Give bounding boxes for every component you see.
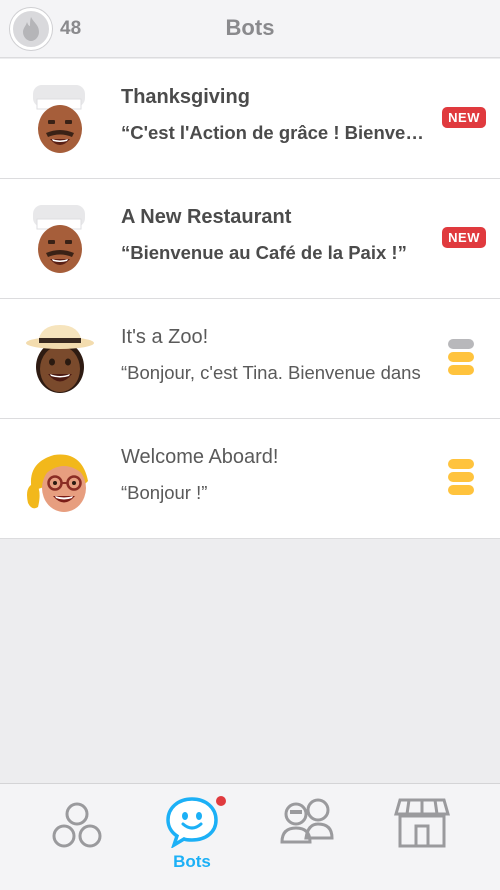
- bot-row-welcome-aboard[interactable]: Welcome Aboard! “Bonjour !”: [0, 419, 500, 539]
- circles-icon: [52, 802, 102, 848]
- store-icon: [394, 798, 450, 848]
- notification-dot: [216, 796, 226, 806]
- bot-subtitle: “Bienvenue au Café de la Paix !”: [121, 242, 407, 263]
- bot-list: Thanksgiving “C'est l'Action de grâce ! …: [0, 59, 500, 539]
- top-bar: 48 Bots: [0, 0, 500, 58]
- bot-title: It's a Zoo!: [121, 326, 209, 348]
- tab-label-bots: Bots: [173, 852, 211, 871]
- clubs-tab[interactable]: [267, 796, 347, 881]
- chef-avatar-icon: [33, 205, 85, 273]
- blonde-avatar-icon: [27, 454, 88, 512]
- new-badge: NEW: [442, 227, 486, 248]
- bot-title: Welcome Aboard!: [121, 446, 279, 468]
- bot-subtitle: “C'est l'Action de grâce ! Bienvenue: [121, 122, 426, 143]
- stack-partial-icon: [448, 339, 474, 375]
- bot-subtitle: “Bonjour !”: [121, 482, 208, 503]
- shop-tab[interactable]: [382, 796, 462, 881]
- page-title: Bots: [225, 15, 275, 40]
- bot-title: Thanksgiving: [121, 86, 250, 108]
- people-icon: [280, 798, 334, 844]
- safari-avatar-icon: [26, 325, 94, 393]
- bot-row-new-restaurant[interactable]: A New Restaurant “Bienvenue au Café de l…: [0, 179, 500, 299]
- stack-full-icon: [448, 459, 474, 495]
- bottom-tab-bar: Bots: [0, 783, 500, 890]
- learn-tab[interactable]: [37, 796, 117, 881]
- bot-row-zoo[interactable]: It's a Zoo! “Bonjour, c'est Tina. Bienve…: [0, 299, 500, 419]
- bot-subtitle: “Bonjour, c'est Tina. Bienvenue dans: [121, 362, 421, 383]
- bots-tab[interactable]: Bots: [152, 796, 232, 881]
- bot-row-thanksgiving[interactable]: Thanksgiving “C'est l'Action de grâce ! …: [0, 59, 500, 179]
- chat-bubble-icon: [166, 797, 218, 848]
- chef-avatar-icon: [33, 85, 85, 153]
- new-badge: NEW: [442, 107, 486, 128]
- bot-title: A New Restaurant: [121, 206, 292, 228]
